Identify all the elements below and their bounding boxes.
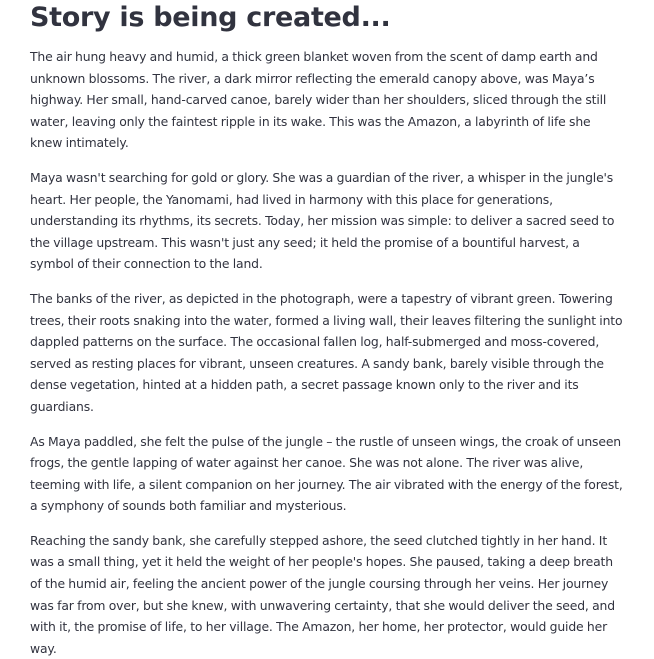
story-paragraph-2: Maya wasn't searching for gold or glory.… [30,169,615,272]
story-paragraph-4: As Maya paddled, she felt the pulse of t… [30,433,623,514]
story-paragraph-3: The banks of the river, as depicted in t… [30,290,623,414]
story-body: The air hung heavy and humid, a thick gr… [30,46,624,659]
story-paragraph-1: The air hung heavy and humid, a thick gr… [30,49,607,151]
story-paragraph-5: Reaching the sandy bank, she carefully s… [30,532,615,656]
page-title: Story is being created... [30,2,391,33]
story-page: Story is being created... The air hung h… [0,0,654,656]
